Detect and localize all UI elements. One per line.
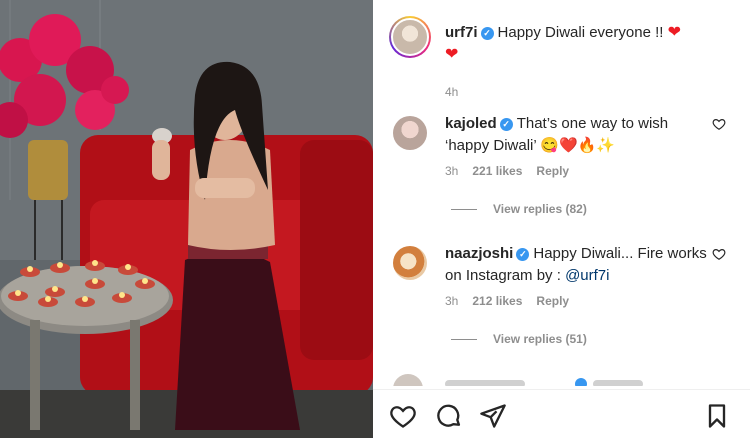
post-panel: urf7i ✓ Happy Diwali everyone !! ❤ ❤ 4h ka… <box>373 0 750 438</box>
view-replies-label: View replies (82) <box>493 202 587 216</box>
comment-likes[interactable]: 221 likes <box>472 164 522 178</box>
mention-link[interactable]: @urf7i <box>565 267 609 284</box>
avatar <box>393 374 423 386</box>
truncated-text-placeholder <box>445 380 525 386</box>
comment-emojis: 😋❤️🔥✨ <box>540 137 616 154</box>
reply-button[interactable]: Reply <box>536 164 569 178</box>
comment-meta: 3h 212 likes Reply <box>445 294 583 308</box>
comment-meta: 3h 221 likes Reply <box>445 164 583 178</box>
truncated-text-placeholder <box>593 380 643 386</box>
view-replies-label: View replies (51) <box>493 332 587 346</box>
comment-username[interactable]: naazjoshi <box>445 245 513 262</box>
red-heart-emoji-icon: ❤ <box>445 46 459 63</box>
verified-badge-icon: ✓ <box>516 248 530 261</box>
heart-outline-icon[interactable] <box>389 402 417 430</box>
reply-button[interactable]: Reply <box>536 294 569 308</box>
view-replies-button[interactable]: View replies (82) <box>451 202 587 216</box>
paper-plane-icon[interactable] <box>479 402 507 430</box>
avatar[interactable] <box>389 16 431 58</box>
post-photo[interactable] <box>0 0 373 438</box>
small-heart-icon[interactable] <box>712 117 726 131</box>
comment-body: naazjoshi ✓ Happy Diwali... Fire works on … <box>445 243 707 287</box>
avatar[interactable] <box>393 246 427 280</box>
verified-badge-icon <box>575 378 587 386</box>
comment-time[interactable]: 3h <box>445 164 458 178</box>
small-heart-icon[interactable] <box>712 247 726 261</box>
next-comment-peek <box>389 372 734 386</box>
action-bar <box>373 389 750 438</box>
avatar[interactable] <box>393 116 427 150</box>
verified-badge-icon: ✓ <box>499 118 513 131</box>
replies-divider <box>451 209 477 210</box>
comment-body: kajoled ✓ That’s one way to wish ‘happy Di… <box>445 113 707 157</box>
post-image <box>0 0 373 438</box>
caption-text-block: urf7i ✓ Happy Diwali everyone !! ❤ ❤ <box>445 22 735 66</box>
replies-divider <box>451 339 477 340</box>
view-replies-button[interactable]: View replies (51) <box>451 332 587 346</box>
verified-badge-icon: ✓ <box>480 27 494 40</box>
comment-likes[interactable]: 212 likes <box>472 294 522 308</box>
comment-username[interactable]: kajoled <box>445 115 497 132</box>
comment-time[interactable]: 3h <box>445 294 458 308</box>
red-heart-emoji-icon: ❤ <box>667 24 682 41</box>
caption-username[interactable]: urf7i <box>445 24 478 41</box>
bookmark-icon[interactable] <box>703 402 731 430</box>
speech-bubble-icon[interactable] <box>435 402 463 430</box>
post-time[interactable]: 4h <box>445 85 458 99</box>
caption-text: Happy Diwali everyone !! <box>497 24 664 41</box>
